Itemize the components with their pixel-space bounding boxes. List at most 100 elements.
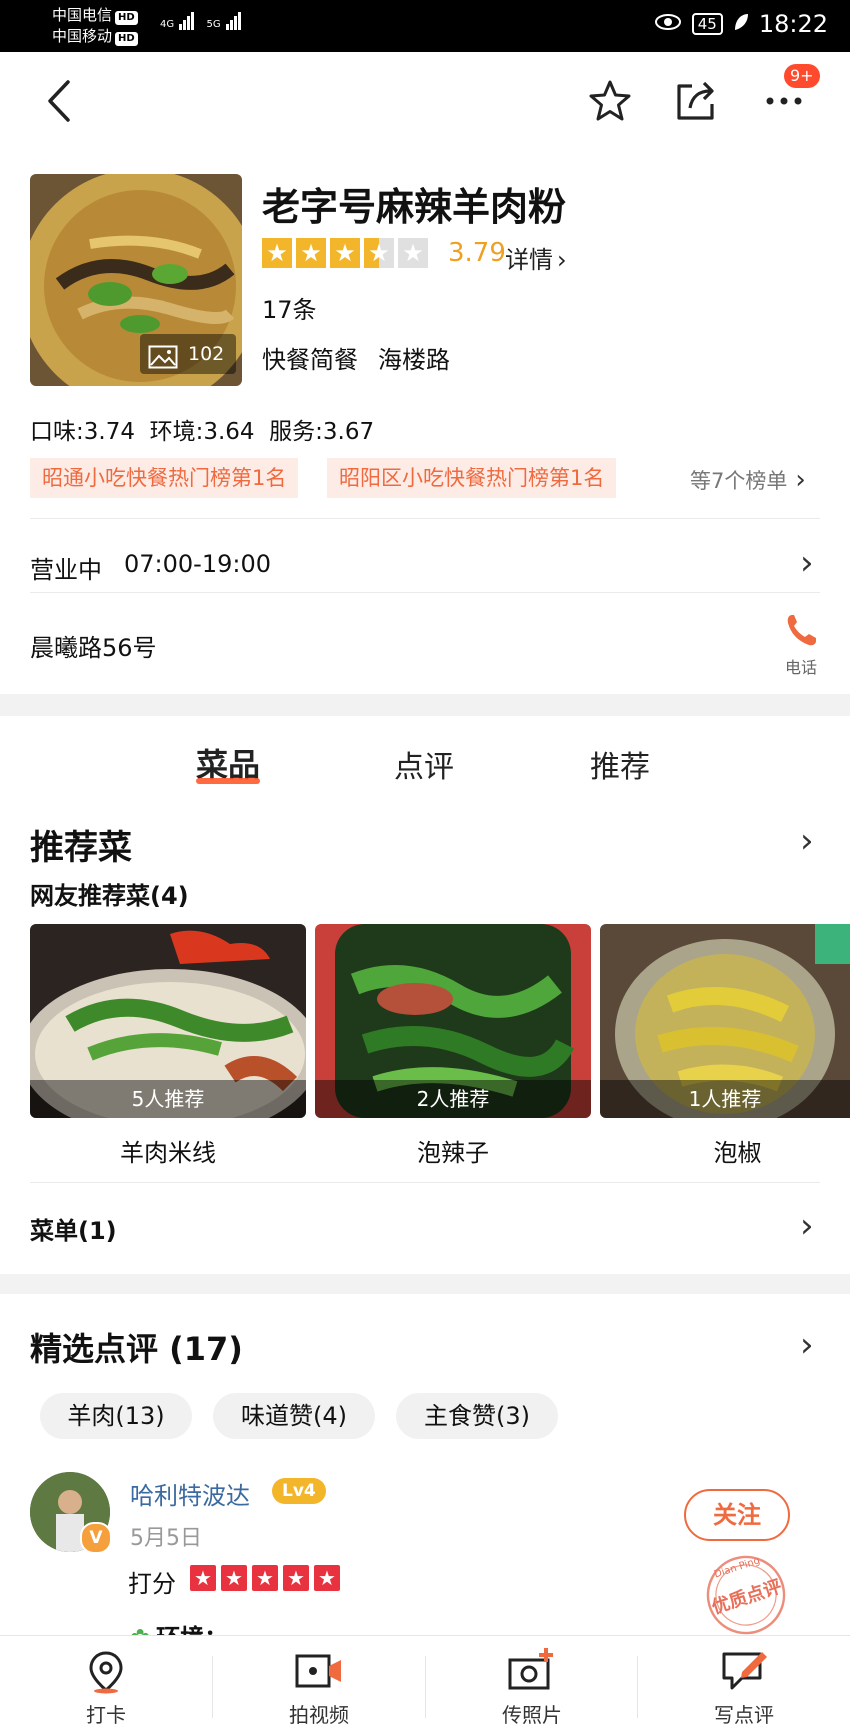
verified-v-icon: V [80, 1522, 112, 1554]
chevron-right-icon: › [800, 543, 814, 583]
category-label: 快餐简餐 [262, 346, 358, 374]
signal-bars-icon [179, 12, 195, 30]
dish-name-1: 羊肉米线 [120, 1139, 216, 1167]
address[interactable]: 晨曦路56号 [30, 628, 157, 663]
star-icon: ★ [314, 1565, 340, 1591]
tab-dishes[interactable]: 菜品 [196, 740, 261, 784]
photo-count: 102 [188, 343, 225, 365]
more-ranks-label: 等7个榜单 [690, 469, 788, 493]
camera-plus-icon [508, 1648, 553, 1690]
star-icon: ★ [190, 1565, 216, 1591]
tab-recommend[interactable]: 推荐 [590, 742, 650, 786]
dish-recommend-count: 2人推荐 [315, 1080, 591, 1118]
video-camera-icon [295, 1654, 341, 1688]
notification-badge: 9+ [784, 64, 820, 88]
photo-upload-label: 传照片 [502, 1703, 562, 1727]
leaf-icon [733, 10, 749, 38]
user-level-badge: Lv4 [272, 1478, 326, 1504]
review-date: 5月5日 [130, 1526, 202, 1551]
back-button[interactable] [44, 78, 84, 124]
dish-card-3[interactable]: 1人推荐 [600, 924, 850, 1118]
hd-badge: HD [115, 11, 138, 25]
more-ranks-link[interactable]: 等7个榜单 › [690, 465, 806, 495]
hours-value: 07:00-19:00 [124, 550, 271, 578]
signal-indicators: 4G 5G [160, 12, 242, 30]
shop-name: 老字号麻辣羊肉粉 [262, 185, 567, 229]
shop-photo[interactable]: 102 [30, 174, 242, 386]
dish-recommend-count: 5人推荐 [30, 1080, 306, 1118]
star-icon: ★ [262, 238, 292, 268]
photo-upload-button[interactable]: 传照片 [426, 1636, 638, 1736]
review-count[interactable]: 17条 [262, 290, 317, 325]
star-half-icon: ★ [364, 238, 394, 268]
phone-button[interactable]: 电话 [776, 612, 826, 678]
dish-recommend-count: 1人推荐 [600, 1080, 850, 1118]
hours-status: 营业中 [30, 556, 102, 584]
dish-card-1[interactable]: 5人推荐 [30, 924, 306, 1118]
signal-bars-icon [225, 12, 242, 30]
menu-row[interactable]: 菜单(1) › [30, 1183, 820, 1273]
score-label: 打分 [128, 1570, 176, 1598]
chevron-right-icon: › [557, 246, 567, 274]
location-pin-icon [89, 1651, 123, 1694]
net-5g: 5G [206, 19, 221, 30]
divider [30, 518, 820, 519]
video-button[interactable]: 拍视频 [213, 1636, 425, 1736]
favorite-star-icon[interactable] [586, 78, 634, 128]
shop-info-section: 9+ 102 老字号麻辣羊肉粉 ★ ★ ★ ★ ★ 3.79 详情 › 17条 快餐简餐海… [0, 52, 850, 694]
tab-reviews[interactable]: 点评 [394, 742, 454, 786]
follow-button[interactable]: 关注 [684, 1489, 790, 1541]
chevron-right-icon: › [800, 1206, 814, 1246]
chip-lamb[interactable]: 羊肉(13) [40, 1393, 192, 1439]
review-username[interactable]: 哈利特波达 [130, 1476, 250, 1511]
share-icon[interactable] [674, 78, 720, 126]
write-review-label: 写点评 [714, 1703, 774, 1727]
phone-icon [787, 615, 816, 646]
star-empty-icon: ★ [398, 238, 428, 268]
checkin-button[interactable]: 打卡 [0, 1636, 212, 1736]
net-4g: 4G [160, 19, 175, 30]
star-icon: ★ [330, 238, 360, 268]
chip-taste[interactable]: 味道赞(4) [213, 1393, 375, 1439]
recommended-title: 推荐菜 [30, 828, 132, 868]
star-icon: ★ [221, 1565, 247, 1591]
status-bar: 中国电信 HD 中国移动 HD 4G 5G 45 18:22 [0, 0, 850, 52]
edit-review-icon [722, 1652, 767, 1690]
area-label: 海楼路 [378, 346, 450, 374]
divider [30, 592, 820, 593]
rank-tag-2[interactable]: 昭阳区小吃快餐热门榜第1名 [327, 458, 617, 498]
hd-badge: HD [115, 32, 138, 46]
carrier-info: 中国电信 HD 中国移动 HD [52, 5, 138, 47]
clock-time: 18:22 [758, 10, 828, 38]
checkin-label: 打卡 [86, 1703, 126, 1727]
business-hours-row[interactable]: 营业中 07:00-19:00 › [30, 536, 820, 592]
star-icon: ★ [252, 1565, 278, 1591]
dish-name-3: 泡椒 [713, 1139, 762, 1167]
eye-icon [654, 10, 682, 38]
chevron-right-icon: › [795, 465, 806, 495]
rating-score: 3.79 [448, 238, 506, 268]
shop-category: 快餐简餐 海楼路 [262, 340, 450, 375]
chip-staple[interactable]: 主食赞(3) [396, 1393, 558, 1439]
image-icon [148, 343, 178, 383]
dish-card-2[interactable]: 2人推荐 [315, 924, 591, 1118]
more-dots-icon[interactable] [764, 92, 804, 111]
video-label: 拍视频 [289, 1703, 349, 1727]
write-review-button[interactable]: 写点评 [638, 1636, 850, 1736]
review-score-stars: ★ ★ ★ ★ ★ [190, 1565, 345, 1591]
carrier-1: 中国电信 [52, 6, 113, 24]
chevron-right-icon[interactable]: › [800, 1328, 814, 1362]
chevron-right-icon[interactable]: › [800, 824, 814, 858]
star-icon: ★ [296, 238, 326, 268]
battery-icon: 45 [691, 13, 723, 35]
phone-label: 电话 [784, 658, 817, 677]
sub-scores: 口味:3.74 环境:3.64 服务:3.67 [30, 419, 375, 445]
rating-stars: ★ ★ ★ ★ ★ [262, 238, 432, 268]
dish-name-2: 泡辣子 [417, 1139, 489, 1167]
star-icon: ★ [283, 1565, 309, 1591]
detail-link-label: 详情 [505, 246, 553, 274]
photo-count-badge: 102 [140, 334, 236, 374]
rank-tag-1[interactable]: 昭通小吃快餐热门榜第1名 [30, 458, 299, 498]
detail-link[interactable]: 详情 › [505, 240, 567, 275]
carrier-2: 中国移动 [52, 27, 113, 45]
